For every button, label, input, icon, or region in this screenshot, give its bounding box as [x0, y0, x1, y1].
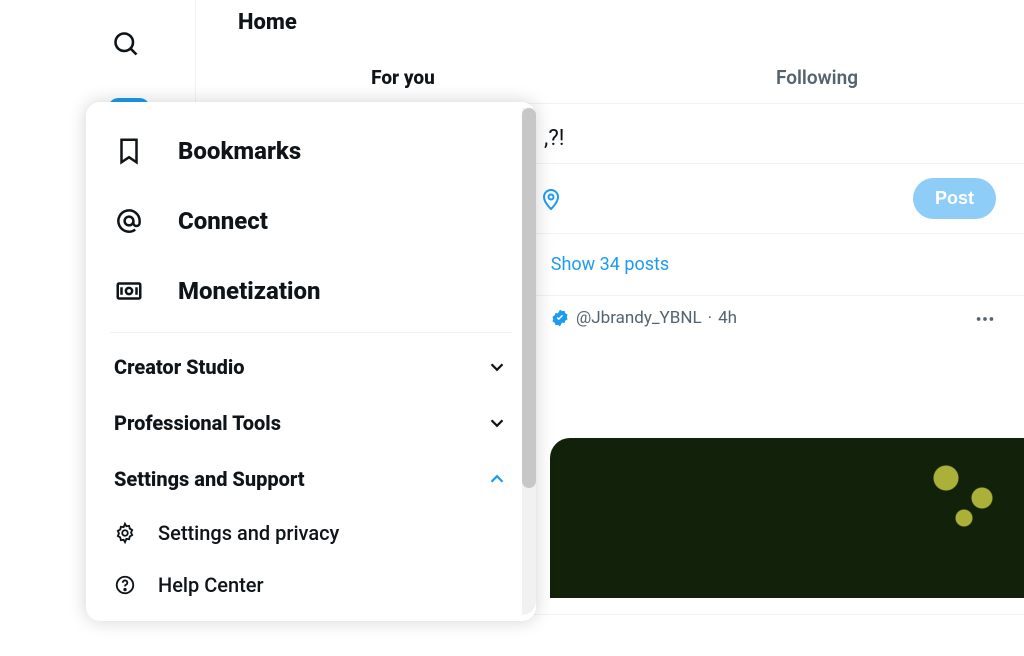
- menu-item-label: Bookmarks: [178, 137, 301, 165]
- menu-sub-settings-privacy[interactable]: Settings and privacy: [86, 507, 536, 559]
- menu-item-label: Connect: [178, 207, 268, 235]
- page-title: Home: [196, 0, 1024, 51]
- tweet-header: @Jbrandy_YBNL · 4h: [550, 308, 1000, 328]
- tab-following[interactable]: Following: [610, 51, 1024, 103]
- search-icon: [112, 30, 140, 58]
- post-button[interactable]: Post: [913, 178, 996, 219]
- location-icon[interactable]: [539, 187, 563, 211]
- menu-section-label: Settings and Support: [114, 467, 305, 491]
- chevron-down-icon: [486, 356, 508, 378]
- gear-icon: [114, 522, 136, 544]
- menu-section-professional-tools[interactable]: Professional Tools: [86, 395, 536, 451]
- timeline-tabs: For you Following: [196, 51, 1024, 104]
- at-icon: [114, 206, 144, 236]
- tweet-separator: ·: [708, 308, 712, 328]
- menu-divider: [110, 332, 512, 333]
- monetization-icon: [114, 276, 144, 306]
- menu-sub-label: Help Center: [158, 573, 264, 597]
- menu-section-creator-studio[interactable]: Creator Studio: [86, 339, 536, 395]
- menu-sub-help-center[interactable]: Help Center: [86, 559, 536, 611]
- menu-item-label: Monetization: [178, 277, 321, 305]
- menu-item-bookmarks[interactable]: Bookmarks: [86, 116, 536, 186]
- menu-section-label: Creator Studio: [114, 355, 245, 379]
- explore-search-button[interactable]: [102, 20, 150, 68]
- chevron-down-icon: [486, 412, 508, 434]
- menu-scrollbar-thumb[interactable]: [522, 108, 536, 488]
- chevron-up-icon: [486, 468, 508, 490]
- verified-badge-icon: [550, 308, 570, 328]
- tweet-handle: @Jbrandy_YBNL: [576, 308, 702, 328]
- bookmark-icon: [114, 136, 144, 166]
- menu-section-label: Professional Tools: [114, 411, 281, 435]
- tweet-media[interactable]: [550, 438, 1024, 598]
- menu-item-monetization[interactable]: Monetization: [86, 256, 536, 326]
- more-dropdown-menu: Bookmarks Connect Monetization Creator S…: [86, 102, 536, 621]
- more-horizontal-icon: [974, 308, 996, 330]
- tweet-more-button[interactable]: [974, 308, 996, 335]
- menu-section-settings-support[interactable]: Settings and Support: [86, 451, 536, 507]
- tab-for-you[interactable]: For you: [196, 51, 610, 103]
- menu-item-connect[interactable]: Connect: [86, 186, 536, 256]
- compose-partial-text: ,?!: [544, 126, 564, 151]
- menu-sub-label: Settings and privacy: [158, 521, 339, 545]
- help-icon: [114, 574, 136, 596]
- tweet-timestamp: 4h: [718, 308, 737, 328]
